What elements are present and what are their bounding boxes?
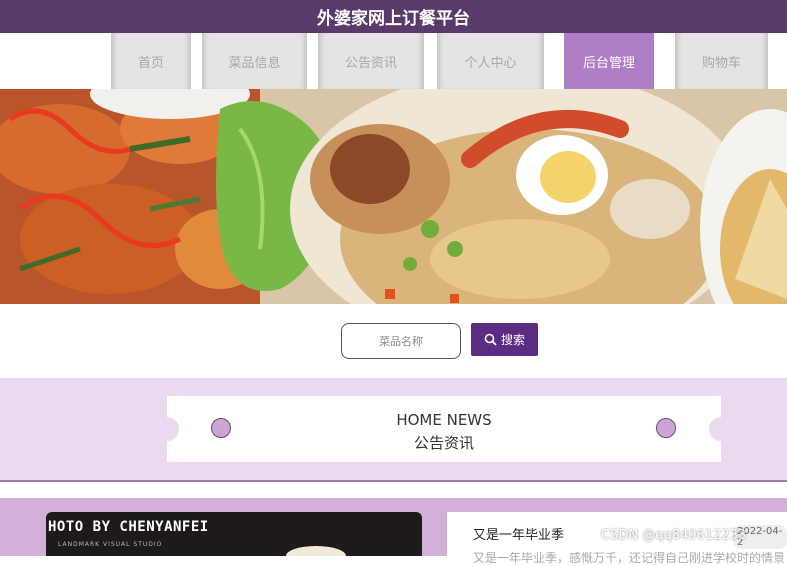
- nav-label: 首页: [137, 55, 164, 71]
- nav-item-profile[interactable]: 个人中心: [437, 33, 544, 89]
- news-title-en: HOME NEWS: [396, 411, 492, 429]
- search-icon: [484, 333, 497, 346]
- nav-item-dishes[interactable]: 菜品信息: [202, 33, 307, 89]
- main-nav: 首页 菜品信息 公告资讯 个人中心 后台管理 购物车: [0, 33, 787, 89]
- article-title[interactable]: 又是一年毕业季: [473, 524, 564, 543]
- nav-label: 公告资讯: [344, 55, 397, 71]
- news-header-card: HOME NEWS 公告资讯: [155, 396, 733, 462]
- photo-plate-graphic: [286, 546, 346, 556]
- nav-item-news[interactable]: 公告资讯: [318, 33, 424, 89]
- csdn-watermark: CSDN @qq840612233: [601, 528, 747, 543]
- site-title-bar: 外婆家网上订餐平台: [0, 0, 787, 33]
- section-divider: [0, 480, 787, 482]
- banner-illustration: [0, 89, 787, 304]
- site-title: 外婆家网上订餐平台: [317, 9, 470, 29]
- nav-label: 后台管理: [582, 55, 635, 71]
- dish-search-input[interactable]: [341, 323, 461, 359]
- nav-item-home[interactable]: 首页: [111, 33, 191, 89]
- nav-item-cart[interactable]: 购物车: [675, 33, 768, 89]
- nav-label: 购物车: [701, 55, 741, 71]
- nav-label: 菜品信息: [228, 55, 281, 71]
- news-section: HOME NEWS 公告资讯: [0, 378, 787, 480]
- search-button[interactable]: 搜索: [471, 323, 538, 356]
- article-snippet: 又是一年毕业季，感慨万千，还记得自己刚进学校时的情景: [473, 551, 786, 565]
- food-banner-image: [0, 89, 787, 304]
- nav-item-admin[interactable]: 后台管理: [564, 33, 654, 89]
- search-row: 搜索: [0, 304, 787, 378]
- featured-news-photo[interactable]: HOTO BY CHENYANFEI LANDMARK VISUAL STUDI…: [46, 512, 422, 556]
- featured-news-section: HOTO BY CHENYANFEI LANDMARK VISUAL STUDI…: [0, 498, 787, 565]
- nav-label: 个人中心: [464, 55, 517, 71]
- news-title-cn: 公告资讯: [413, 434, 474, 452]
- search-button-label: 搜索: [500, 333, 525, 347]
